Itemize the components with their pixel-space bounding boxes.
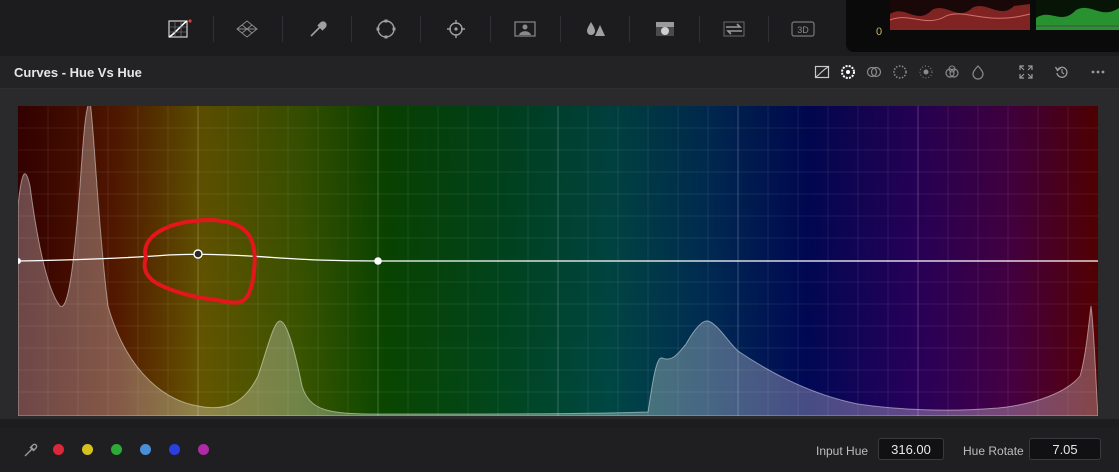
tracker-icon (447, 20, 465, 38)
curve-control-point[interactable] (374, 257, 382, 265)
sat-vs-lum-icon (972, 65, 984, 80)
curves-tool-button[interactable] (162, 14, 196, 44)
hue-rotate-field[interactable] (1029, 438, 1101, 460)
palette-toolbar: 3D 0 (0, 0, 1119, 57)
sat-vs-sat-button[interactable] (942, 63, 962, 81)
magenta-swatch[interactable] (198, 444, 209, 455)
key-icon (656, 22, 674, 36)
hue-rotate-label: Hue Rotate (963, 444, 1024, 458)
hue-vs-hue-curve-editor[interactable] (15, 99, 1099, 417)
hue-vs-hue-button[interactable] (838, 63, 858, 81)
power-window-icon (376, 19, 396, 39)
lum-vs-sat-icon (919, 65, 933, 79)
eyedropper-icon (24, 443, 38, 457)
more-options-icon (1091, 70, 1105, 74)
qualifier-button[interactable] (300, 14, 334, 44)
green-swatch[interactable] (111, 444, 122, 455)
3d-icon: 3D (791, 21, 815, 37)
curve-footer: Input Hue Hue Rotate (0, 428, 1119, 472)
sat-vs-sat-icon (945, 65, 959, 78)
qualifier-eyedropper-icon (310, 21, 327, 37)
3d-label: 3D (797, 25, 809, 35)
hue-vs-sat-icon (866, 66, 882, 78)
hue-vs-sat-button[interactable] (864, 63, 884, 81)
color-warper-button[interactable] (230, 14, 264, 44)
red-swatch[interactable] (53, 444, 64, 455)
power-window-button[interactable] (369, 14, 403, 44)
custom-curve-icon (814, 65, 830, 79)
custom-curve-button[interactable] (812, 63, 832, 81)
curves-tool-icon (168, 19, 192, 38)
input-hue-field[interactable] (878, 438, 944, 460)
more-options-button[interactable] (1088, 63, 1108, 81)
expand-icon (1019, 65, 1033, 79)
cyan-swatch[interactable] (140, 444, 151, 455)
curves-panel-header: Curves - Hue Vs Hue (0, 56, 1119, 89)
blue-swatch[interactable] (169, 444, 180, 455)
eyedropper-button[interactable] (22, 441, 40, 459)
blur-button[interactable] (578, 14, 612, 44)
color-warper-icon (236, 20, 258, 38)
reset-icon (1054, 66, 1068, 78)
reset-button[interactable] (1052, 63, 1072, 81)
3d-button[interactable]: 3D (786, 14, 820, 44)
sizing-icon (723, 21, 745, 37)
hue-vs-lum-icon (893, 65, 907, 79)
hue-vs-lum-button[interactable] (890, 63, 910, 81)
expand-button[interactable] (1016, 63, 1036, 81)
panel-title: Curves - Hue Vs Hue (14, 65, 142, 80)
yellow-swatch[interactable] (82, 444, 93, 455)
magic-mask-button[interactable] (508, 14, 542, 44)
scope-thumbnail[interactable]: 0 (846, 0, 1119, 52)
blur-icon (587, 22, 605, 36)
hue-vs-hue-icon (841, 65, 855, 79)
curve-control-point-selected[interactable] (193, 249, 203, 259)
lum-vs-sat-button[interactable] (916, 63, 936, 81)
key-button[interactable] (648, 14, 682, 44)
sat-vs-lum-button[interactable] (968, 63, 988, 81)
tracker-button[interactable] (439, 14, 473, 44)
waveform-preview (889, 0, 1119, 30)
sizing-button[interactable] (717, 14, 751, 44)
magic-mask-icon (514, 21, 536, 37)
input-hue-label: Input Hue (816, 444, 869, 458)
curve-graph[interactable] (15, 99, 1099, 417)
